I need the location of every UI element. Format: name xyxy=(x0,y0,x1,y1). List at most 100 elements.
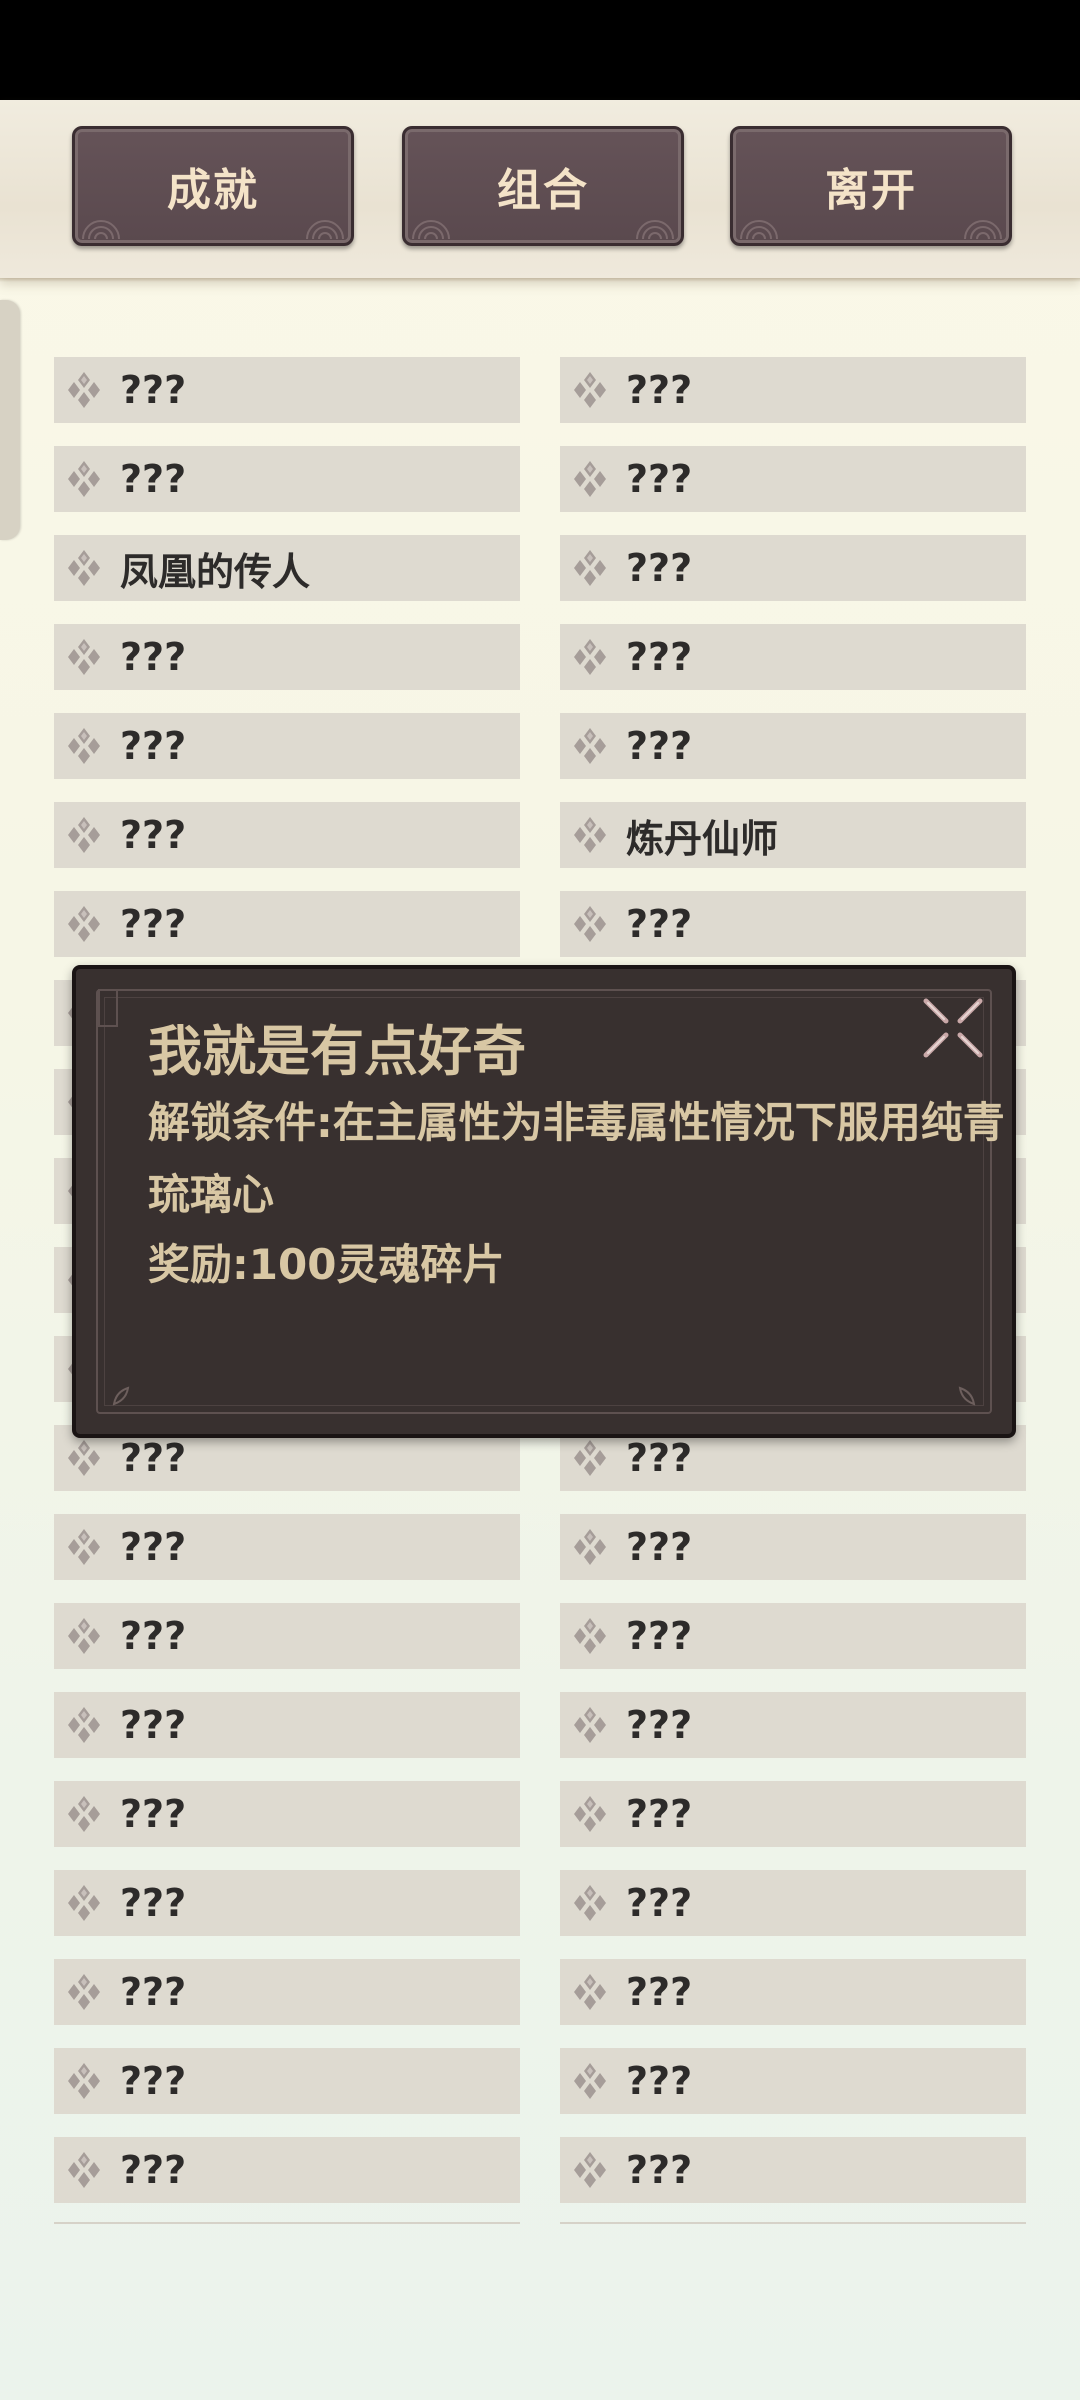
achievement-item[interactable]: ??? xyxy=(560,1692,1026,1758)
wave-ornament-icon xyxy=(306,220,344,239)
close-icon[interactable] xyxy=(916,991,990,1065)
diamond-cluster-icon xyxy=(62,546,106,590)
diamond-cluster-icon xyxy=(62,635,106,679)
achievement-item[interactable]: ??? xyxy=(54,802,520,868)
achievement-label: 凤凰的传人 xyxy=(120,549,311,594)
achievement-label: ??? xyxy=(120,1970,187,2014)
achievement-item[interactable]: ??? xyxy=(560,2137,1026,2203)
diamond-cluster-icon xyxy=(568,1970,612,2014)
achievements-tab-button[interactable]: 成就 xyxy=(72,126,354,246)
achievement-label: ??? xyxy=(120,1881,187,1925)
achievement-item[interactable]: ??? xyxy=(54,1603,520,1669)
achievement-item[interactable]: ??? xyxy=(560,2048,1026,2114)
achievement-item[interactable]: ??? xyxy=(54,357,520,423)
achievement-label: ??? xyxy=(626,1970,693,2014)
achievement-item[interactable]: 凤凰的传人 xyxy=(54,535,520,601)
diamond-cluster-icon xyxy=(568,457,612,501)
achievement-item[interactable]: ??? xyxy=(560,535,1026,601)
achievement-label: ??? xyxy=(626,1525,693,1569)
achievement-label: ??? xyxy=(626,902,693,946)
leave-button[interactable]: 离开 xyxy=(730,126,1012,246)
diamond-cluster-icon xyxy=(568,1614,612,1658)
achievement-item[interactable]: ??? xyxy=(560,1603,1026,1669)
achievement-label: ??? xyxy=(120,724,187,768)
list-end-divider xyxy=(54,2222,520,2224)
diamond-cluster-icon xyxy=(568,813,612,857)
diamond-cluster-icon xyxy=(568,546,612,590)
diamond-cluster-icon xyxy=(62,813,106,857)
leaf-ornament-icon xyxy=(958,1386,976,1406)
achievements-tab-label: 成就 xyxy=(167,165,259,216)
achievement-label: ??? xyxy=(626,1792,693,1836)
achievement-label: ??? xyxy=(626,1436,693,1480)
popup-reward: 奖励:100灵魂碎片 xyxy=(148,1240,505,1289)
achievement-label: ??? xyxy=(120,635,187,679)
wave-ornament-icon xyxy=(964,220,1002,239)
achievement-item[interactable]: ??? xyxy=(560,446,1026,512)
achievement-item[interactable]: ??? xyxy=(560,1959,1026,2025)
diamond-cluster-icon xyxy=(568,1703,612,1747)
achievement-item[interactable]: ??? xyxy=(54,1514,520,1580)
achievement-item[interactable]: ??? xyxy=(54,624,520,690)
achievement-label: ??? xyxy=(626,368,693,412)
achievement-label: ??? xyxy=(120,1703,187,1747)
achievement-item[interactable]: ??? xyxy=(54,1870,520,1936)
achievement-item[interactable]: ??? xyxy=(54,891,520,957)
diamond-cluster-icon xyxy=(62,1970,106,2014)
achievement-item[interactable]: ??? xyxy=(560,1781,1026,1847)
diamond-cluster-icon xyxy=(62,368,106,412)
achievement-item[interactable]: ??? xyxy=(560,713,1026,779)
achievement-label: ??? xyxy=(626,1703,693,1747)
wave-ornament-icon xyxy=(636,220,674,239)
achievement-label: ??? xyxy=(120,1792,187,1836)
wave-ornament-icon xyxy=(740,220,778,239)
achievement-label: ??? xyxy=(120,1525,187,1569)
achievement-label: 炼丹仙师 xyxy=(626,816,779,861)
side-drawer-handle[interactable] xyxy=(0,300,20,540)
diamond-cluster-icon xyxy=(62,2148,106,2192)
combination-tab-label: 组合 xyxy=(497,165,589,216)
diamond-cluster-icon xyxy=(62,1703,106,1747)
achievement-item[interactable]: ??? xyxy=(560,1870,1026,1936)
diamond-cluster-icon xyxy=(568,724,612,768)
diamond-cluster-icon xyxy=(62,2059,106,2103)
achievement-label: ??? xyxy=(626,635,693,679)
popup-description: 解锁条件:在主属性为非毒属性情况下服用纯青琉璃心 xyxy=(148,1098,1005,1219)
achievement-label: ??? xyxy=(626,724,693,768)
diamond-cluster-icon xyxy=(62,1792,106,1836)
achievement-item[interactable]: ??? xyxy=(54,2137,520,2203)
achievement-label: ??? xyxy=(626,2059,693,2103)
achievement-item[interactable]: ??? xyxy=(54,2048,520,2114)
achievement-label: ??? xyxy=(626,457,693,501)
achievement-label: ??? xyxy=(120,2059,187,2103)
achievement-item[interactable]: ??? xyxy=(560,624,1026,690)
diamond-cluster-icon xyxy=(62,1881,106,1925)
achievement-label: ??? xyxy=(120,368,187,412)
achievement-item[interactable]: 炼丹仙师 xyxy=(560,802,1026,868)
achievement-item[interactable]: ??? xyxy=(54,446,520,512)
achievement-label: ??? xyxy=(120,813,187,857)
combination-tab-button[interactable]: 组合 xyxy=(402,126,684,246)
list-end-divider xyxy=(560,2222,1026,2224)
diamond-cluster-icon xyxy=(568,2059,612,2103)
diamond-cluster-icon xyxy=(62,902,106,946)
achievement-label: ??? xyxy=(120,1614,187,1658)
diamond-cluster-icon xyxy=(62,457,106,501)
diamond-cluster-icon xyxy=(568,2148,612,2192)
achievement-item[interactable]: ??? xyxy=(54,1959,520,2025)
achievement-item[interactable]: ??? xyxy=(54,1781,520,1847)
diamond-cluster-icon xyxy=(568,368,612,412)
achievement-detail-popup: 我就是有点好奇 解锁条件:在主属性为非毒属性情况下服用纯青琉璃心 奖励:100灵… xyxy=(72,965,1016,1438)
wave-ornament-icon xyxy=(412,220,450,239)
achievement-item[interactable]: ??? xyxy=(560,357,1026,423)
leave-button-label: 离开 xyxy=(825,165,917,216)
achievement-item[interactable]: ??? xyxy=(54,713,520,779)
achievement-item[interactable]: ??? xyxy=(560,891,1026,957)
popup-title: 我就是有点好奇 xyxy=(148,1020,526,1083)
diamond-cluster-icon xyxy=(568,902,612,946)
achievement-label: ??? xyxy=(626,2148,693,2192)
achievement-item[interactable]: ??? xyxy=(560,1514,1026,1580)
achievement-label: ??? xyxy=(626,1614,693,1658)
achievement-item[interactable]: ??? xyxy=(54,1692,520,1758)
diamond-cluster-icon xyxy=(568,1436,612,1480)
